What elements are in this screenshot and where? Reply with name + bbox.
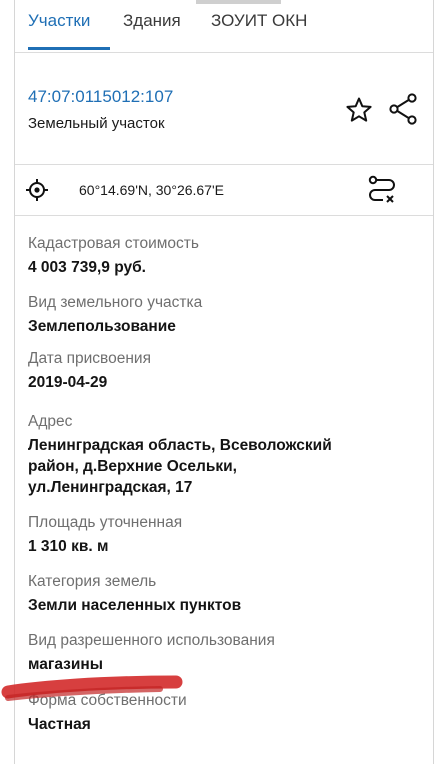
coordinates-text: 60°14.69'N, 30°26.67'E xyxy=(79,182,224,198)
field-land-category: Категория земель Земли населенных пункто… xyxy=(28,572,428,616)
cadastral-number-link[interactable]: 47:07:0115012:107 xyxy=(28,87,173,107)
field-area: Площадь уточненная 1 310 кв. м xyxy=(28,513,428,557)
share-button[interactable] xyxy=(388,93,418,125)
address-line: ул.Ленинградская, 17 xyxy=(28,479,193,496)
field-value: 1 310 кв. м xyxy=(28,538,109,555)
field-value: Ленинградская область, Всеволожский райо… xyxy=(28,435,428,498)
field-label: Кадастровая стоимость xyxy=(28,235,199,252)
field-label: Адрес xyxy=(28,413,73,430)
favorite-button[interactable] xyxy=(345,96,373,124)
share-icon xyxy=(389,93,417,125)
address-line: район, д.Верхние Осельки, xyxy=(28,458,237,475)
field-value: Частная xyxy=(28,716,91,733)
field-label: Площадь уточненная xyxy=(28,514,183,531)
star-icon xyxy=(346,97,372,122)
field-label: Вид земельного участка xyxy=(28,294,203,311)
route-icon xyxy=(368,175,395,203)
field-label: Категория земель xyxy=(28,573,157,590)
locate-button[interactable] xyxy=(25,178,49,202)
address-line: Ленинградская область, Всеволожский xyxy=(28,437,332,454)
object-header: 47:07:0115012:107 Земельный участок xyxy=(15,52,433,165)
tab-plots[interactable]: Участки xyxy=(28,11,90,31)
object-type: Земельный участок xyxy=(28,115,165,132)
field-value: Земли населенных пунктов xyxy=(28,597,242,614)
field-permitted-use: Вид разрешенного использования магазины xyxy=(28,631,428,675)
field-address: Адрес Ленинградская область, Всеволожски… xyxy=(28,412,428,498)
field-label: Дата присвоения xyxy=(28,350,151,367)
active-tab-indicator xyxy=(28,47,110,50)
red-highlight-stroke xyxy=(1,675,183,701)
tab-buildings[interactable]: Здания xyxy=(123,11,181,31)
coordinates-bar: 60°14.69'N, 30°26.67'E xyxy=(15,165,433,216)
tab-zouit-okn[interactable]: ЗОУИТ ОКН xyxy=(211,11,307,31)
field-label: Вид разрешенного использования xyxy=(28,632,275,649)
field-value: Землепользование xyxy=(28,318,176,335)
target-icon xyxy=(26,179,48,201)
field-assignment-date: Дата присвоения 2019-04-29 xyxy=(28,349,428,393)
route-button[interactable] xyxy=(367,175,397,205)
field-value: 4 003 739,9 руб. xyxy=(28,259,146,276)
field-value: 2019-04-29 xyxy=(28,374,108,391)
field-cadastral-value: Кадастровая стоимость 4 003 739,9 руб. xyxy=(28,234,428,278)
tab-bar: Участки Здания ЗОУИТ ОКН xyxy=(15,0,433,53)
field-plot-kind: Вид земельного участка Землепользование xyxy=(28,293,428,337)
